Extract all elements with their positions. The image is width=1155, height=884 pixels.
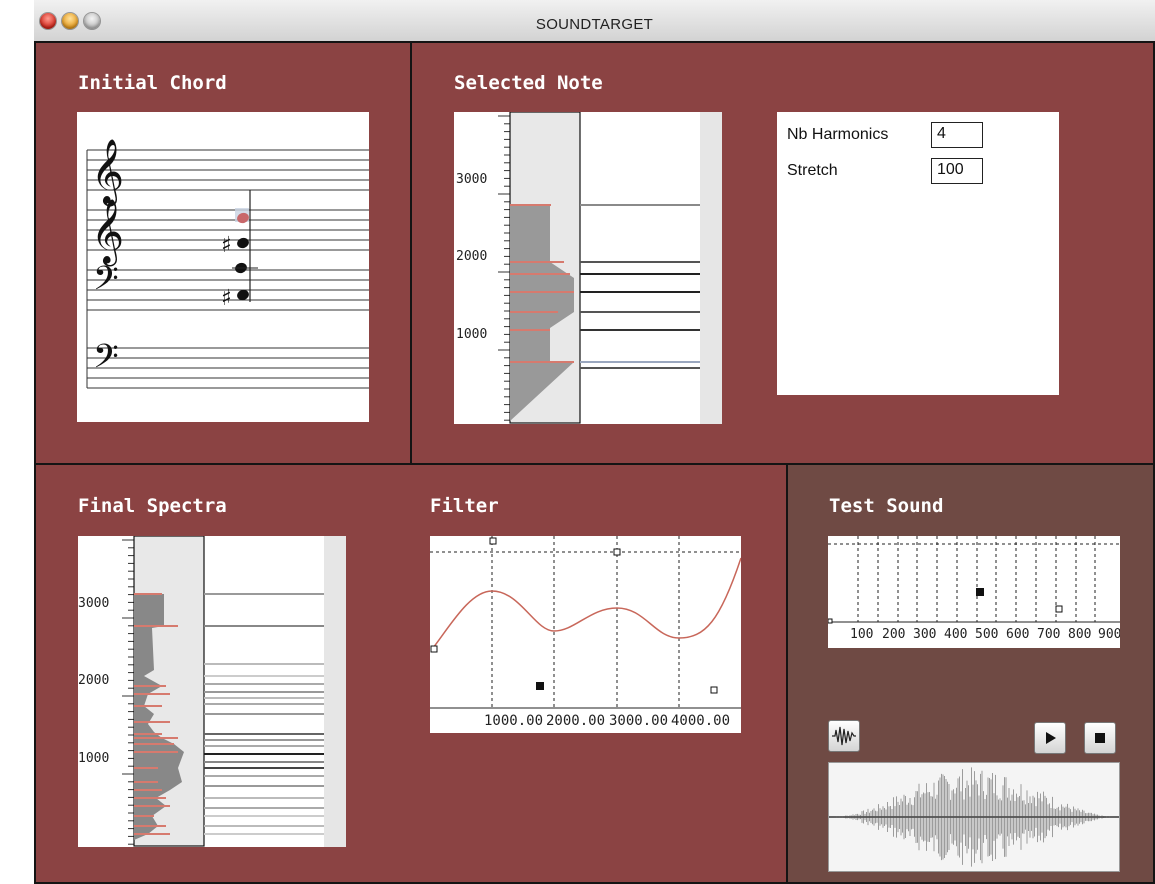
zoom-window-button[interactable] — [84, 13, 100, 29]
filter-control-point — [489, 537, 497, 545]
test-sound-heading: Test Sound — [829, 495, 944, 517]
initial-chord-panel: Initial Chord 𝄞 𝄞 𝄢 𝄢 ♯ ♯ — [34, 41, 412, 465]
window-titlebar: SOUNDTARGET — [34, 0, 1155, 43]
filter-x-tick: 1000.00 — [484, 713, 543, 729]
filter-curve-graph: 1000.00 2000.00 3000.00 4000.00 — [430, 536, 742, 729]
waveform-button[interactable] — [828, 720, 860, 752]
bass-clef-icon: 𝄢 — [93, 260, 119, 306]
y-tick-label: 1000 — [78, 751, 109, 766]
score-view[interactable]: 𝄞 𝄞 𝄢 𝄢 ♯ ♯ — [77, 112, 369, 422]
final-spectra-heading: Final Spectra — [78, 495, 227, 517]
play-button[interactable] — [1034, 722, 1066, 754]
nb-harmonics-label: Nb Harmonics — [787, 126, 889, 143]
stretch-label: Stretch — [787, 162, 838, 179]
svg-text:♯: ♯ — [221, 233, 232, 258]
y-tick-label: 1000 — [456, 327, 487, 342]
filter-control-point — [710, 686, 718, 694]
filter-x-tick: 2000.00 — [546, 713, 605, 729]
test-sound-control-point — [827, 618, 833, 624]
selected-note-heading: Selected Note — [454, 72, 603, 94]
test-sound-x-tick: 200 — [882, 627, 905, 642]
nb-harmonics-field[interactable]: 4 — [931, 122, 983, 148]
selected-note-spectrum-graph: 3000 2000 1000 — [454, 111, 722, 424]
filter-view[interactable]: 1000.00 2000.00 3000.00 4000.00 — [430, 536, 742, 733]
svg-text:♯: ♯ — [221, 286, 232, 311]
selected-note-panel: Selected Note 3000 2000 1000 Nb Harmonic… — [410, 41, 1155, 465]
initial-chord-heading: Initial Chord — [78, 72, 227, 94]
filter-x-tick: 3000.00 — [609, 713, 668, 729]
minimize-window-button[interactable] — [62, 13, 78, 29]
close-window-button[interactable] — [40, 13, 56, 29]
test-sound-x-tick: 100 — [850, 627, 873, 642]
waveform-display[interactable] — [828, 762, 1120, 872]
test-sound-control-point — [1055, 605, 1063, 613]
filter-control-point — [613, 548, 621, 556]
treble-clef-icon: 𝄞 — [91, 139, 124, 206]
y-tick-label: 2000 — [78, 673, 109, 688]
stop-button[interactable] — [1084, 722, 1116, 754]
final-spectra-graph: 3000 2000 1000 — [78, 535, 346, 847]
test-sound-x-tick: 700 — [1037, 627, 1060, 642]
test-sound-x-tick: 600 — [1006, 627, 1029, 642]
waveform-icon — [832, 726, 856, 746]
test-sound-x-tick: 900 — [1098, 627, 1120, 642]
score-staves: 𝄞 𝄞 𝄢 𝄢 ♯ ♯ — [86, 139, 369, 389]
selected-note-spectrum[interactable]: 3000 2000 1000 — [454, 111, 722, 424]
waveform-graph — [829, 767, 1119, 867]
final-spectra-panel: Final Spectra 3000 2000 1000 Filter 1000… — [34, 463, 788, 884]
stretch-field[interactable]: 100 — [931, 158, 983, 184]
test-sound-curve-view[interactable]: 100 200 300 400 500 600 700 800 900 — [827, 536, 1121, 648]
filter-selected-point — [536, 682, 544, 690]
bass-clef-icon: 𝄢 — [93, 338, 119, 384]
y-tick-label: 3000 — [78, 596, 109, 611]
y-tick-label: 3000 — [456, 172, 487, 187]
test-sound-x-tick: 800 — [1068, 627, 1091, 642]
treble-clef-icon: 𝄞 — [91, 199, 124, 266]
test-sound-selected-point — [976, 588, 984, 596]
test-sound-x-tick: 400 — [944, 627, 967, 642]
play-icon — [1046, 732, 1056, 744]
window-title: SOUNDTARGET — [535, 16, 654, 33]
y-tick-label: 2000 — [456, 249, 487, 264]
filter-control-point — [430, 645, 438, 653]
filter-x-tick: 4000.00 — [671, 713, 730, 729]
test-sound-panel: Test Sound 100 200 300 400 500 600 700 8… — [786, 463, 1155, 884]
test-sound-curve-graph: 100 200 300 400 500 600 700 800 900 — [827, 536, 1121, 642]
final-spectra-view[interactable]: 3000 2000 1000 — [78, 535, 346, 847]
harmonics-parameters-box: Nb Harmonics 4 Stretch 100 — [777, 112, 1059, 395]
filter-heading: Filter — [430, 495, 499, 517]
test-sound-x-tick: 300 — [913, 627, 936, 642]
test-sound-x-tick: 500 — [975, 627, 998, 642]
stop-icon — [1095, 733, 1105, 743]
